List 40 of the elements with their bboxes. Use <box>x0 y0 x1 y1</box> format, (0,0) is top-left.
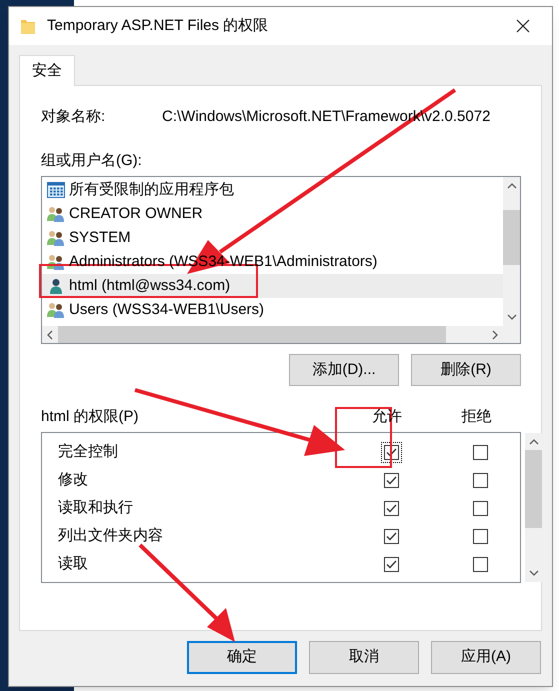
checkbox[interactable] <box>380 442 402 462</box>
add-button[interactable]: 添加(D)... <box>289 354 399 386</box>
checkmark-icon <box>386 504 396 512</box>
remove-button[interactable]: 删除(R) <box>411 354 521 386</box>
object-name-label: 对象名称: <box>41 106 106 127</box>
user-icon <box>47 278 65 294</box>
column-header: 拒绝 <box>460 406 492 427</box>
dialog-button[interactable]: 取消 <box>309 641 419 674</box>
user-group-icon <box>47 206 65 222</box>
window-title: Temporary ASP.NET Files 的权限 <box>47 16 270 36</box>
user-group-icon <box>47 230 65 246</box>
permission-name: 修改 <box>57 470 89 490</box>
permission-name: 完全控制 <box>57 442 119 462</box>
user-list-item[interactable]: html (html@wss34.com) <box>42 274 503 298</box>
user-list-item[interactable]: CREATOR OWNER <box>42 202 503 226</box>
vertical-scrollbar[interactable] <box>525 433 542 582</box>
permission-name: 读取 <box>57 554 89 574</box>
user-list-item[interactable]: SYSTEM <box>42 226 503 250</box>
permissions-label: html 的权限(P) <box>41 406 140 427</box>
user-group-icon <box>47 302 65 318</box>
users-label: 组或用户名(G): <box>41 151 143 171</box>
checkmark-icon <box>386 476 396 484</box>
user-list-item[interactable]: 所有受限制的应用程序包 <box>42 178 503 202</box>
dialog-button[interactable]: 应用(A) <box>431 641 541 674</box>
checkmark-icon <box>386 448 396 456</box>
permission-name: 读取和执行 <box>57 498 134 518</box>
checkmark-icon <box>386 532 396 540</box>
checkmark-icon <box>386 560 396 568</box>
user-list-item[interactable]: Users (WSS34-WEB1\Users) <box>42 298 503 322</box>
dialog-button[interactable]: 确定 <box>187 641 297 674</box>
app-package-icon <box>47 182 65 198</box>
close-icon[interactable] <box>516 19 530 33</box>
scroll-right-icon <box>492 330 498 340</box>
tab[interactable]: 安全 <box>19 55 75 86</box>
scroll-left-icon <box>47 330 53 340</box>
horizontal-scrollbar[interactable] <box>42 326 520 343</box>
folder-icon <box>21 18 35 34</box>
user-group-icon <box>47 254 65 270</box>
vertical-scrollbar[interactable] <box>503 177 520 326</box>
permission-name: 列出文件夹内容 <box>57 526 164 546</box>
